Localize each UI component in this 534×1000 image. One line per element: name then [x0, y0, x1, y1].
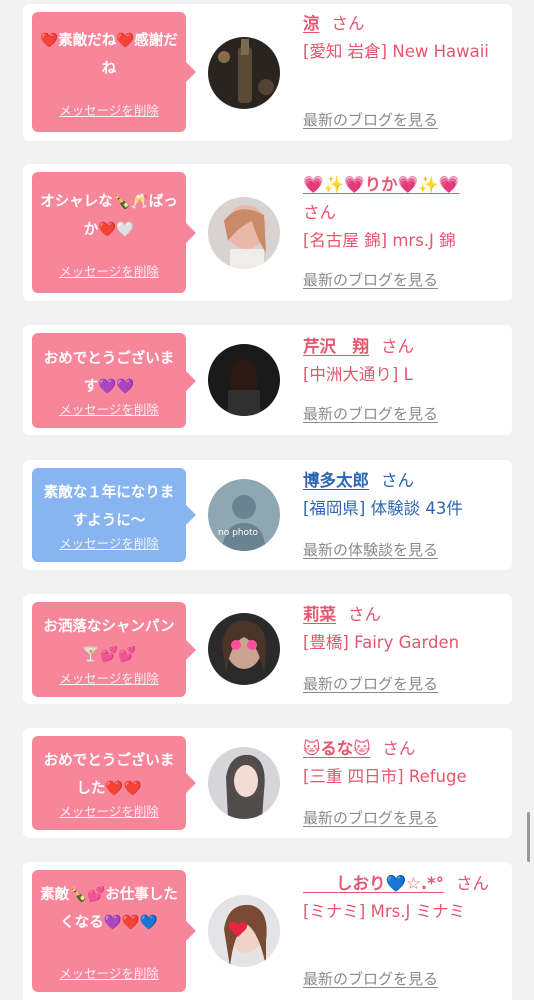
honorific: さん	[455, 874, 489, 893]
latest-blog-link[interactable]: 最新のブログを見る	[303, 403, 438, 424]
honorific: さん	[331, 14, 365, 33]
latest-blog-link[interactable]: 最新のブログを見る	[303, 673, 438, 694]
delete-message-link[interactable]: メッセージを削除	[32, 668, 186, 687]
message-card: お洒落なシャンパン🍸💕💕 メッセージを削除 莉菜 さん [豊橋] Fairy Ga…	[23, 594, 512, 704]
profile-name[interactable]: 🐱るな🐱	[303, 739, 370, 758]
avatar[interactable]	[208, 613, 280, 685]
profile-info: 💗✨💗りか💗✨💗 さん [名古屋 錦] mrs.J 錦	[303, 171, 508, 255]
profile-name[interactable]: しおり💙☆.*°	[303, 874, 444, 893]
profile-info: 🐱るな🐱 さん [三重 四日市] Refuge	[303, 735, 508, 791]
message-bubble: 素敵🍾💕お仕事したくなる💜❤️💙 メッセージを削除	[32, 870, 196, 992]
delete-message-link[interactable]: メッセージを削除	[32, 100, 186, 119]
message-card: 素敵な１年になりますように〜 メッセージを削除 no photo 博多太郎 さん …	[23, 460, 512, 570]
honorific: さん	[381, 471, 414, 490]
message-bubble: ❤️素敵だね❤️感謝だね メッセージを削除	[32, 12, 196, 132]
no-photo-label: no photo	[218, 528, 259, 538]
shop-label: [ミナミ] Mrs.J ミナミ	[303, 902, 466, 921]
message-card: 素敵🍾💕お仕事したくなる💜❤️💙 メッセージを削除 しおり💙☆.*° さん [ミナ…	[23, 862, 512, 1000]
delete-message-link[interactable]: メッセージを削除	[32, 399, 186, 418]
message-bubble: オシャレな🍾🥂ばっか❤️🤍 メッセージを削除	[32, 172, 196, 293]
message-card: おめでとうございました❤️❤️ メッセージを削除 🐱るな🐱 さん [三重 四日市]…	[23, 728, 512, 838]
honorific: さん	[303, 203, 336, 222]
profile-name[interactable]: 莉菜	[303, 605, 336, 624]
profile-info: 博多太郎 さん [福岡県] 体験談 43件	[303, 467, 508, 523]
message-text: おめでとうございました❤️❤️	[43, 753, 175, 797]
message-text: お洒落なシャンパン🍸💕💕	[43, 619, 175, 663]
profile-info: しおり💙☆.*° さん [ミナミ] Mrs.J ミナミ	[303, 870, 508, 926]
honorific: さん	[382, 739, 416, 758]
delete-message-link[interactable]: メッセージを削除	[32, 533, 186, 552]
latest-blog-link[interactable]: 最新のブログを見る	[303, 109, 438, 130]
honorific: さん	[381, 337, 414, 356]
delete-message-link[interactable]: メッセージを削除	[32, 261, 186, 280]
profile-name[interactable]: 涼	[303, 14, 320, 33]
latest-blog-link[interactable]: 最新のブログを見る	[303, 269, 438, 290]
avatar[interactable]: no photo	[208, 479, 280, 551]
message-bubble: 素敵な１年になりますように〜 メッセージを削除	[32, 468, 196, 562]
message-card: ❤️素敵だね❤️感謝だね メッセージを削除 涼さん [愛知 岩倉] New Ha…	[23, 4, 512, 141]
delete-message-link[interactable]: メッセージを削除	[32, 801, 186, 820]
shop-label: [名古屋 錦] mrs.J 錦	[303, 231, 456, 250]
shop-label: [福岡県] 体験談 43件	[303, 499, 463, 518]
shop-label: [愛知 岩倉] New Hawaii	[303, 42, 489, 61]
shop-label: [豊橋] Fairy Garden	[303, 633, 460, 652]
latest-blog-link[interactable]: 最新のブログを見る	[303, 807, 438, 828]
profile-info: 莉菜 さん [豊橋] Fairy Garden	[303, 601, 508, 657]
avatar[interactable]	[208, 37, 280, 109]
scrollbar[interactable]	[527, 812, 530, 862]
avatar[interactable]	[208, 344, 280, 416]
profile-info: 芹沢 翔さん [中洲大通り] L	[303, 333, 508, 389]
profile-info: 涼さん [愛知 岩倉] New Hawaii	[303, 10, 508, 66]
message-text: ❤️素敵だね❤️感謝だね	[40, 33, 178, 77]
honorific: さん	[348, 605, 381, 624]
avatar[interactable]	[208, 747, 280, 819]
profile-name[interactable]: 💗✨💗りか💗✨💗	[303, 175, 459, 194]
message-card: おめでとうございます💜💜 メッセージを削除 芹沢 翔さん [中洲大通り] L 最…	[23, 325, 512, 435]
message-bubble: お洒落なシャンパン🍸💕💕 メッセージを削除	[32, 602, 196, 697]
avatar[interactable]	[208, 895, 280, 967]
message-card: オシャレな🍾🥂ばっか❤️🤍 メッセージを削除 💗✨💗りか💗✨💗 さん [名古屋 …	[23, 164, 512, 301]
message-bubble: おめでとうございました❤️❤️ メッセージを削除	[32, 736, 196, 830]
latest-review-link[interactable]: 最新の体験談を見る	[303, 539, 438, 560]
avatar[interactable]	[208, 197, 280, 269]
message-bubble: おめでとうございます💜💜 メッセージを削除	[32, 333, 196, 428]
latest-blog-link[interactable]: 最新のブログを見る	[303, 968, 438, 989]
profile-name[interactable]: 芹沢 翔	[303, 337, 369, 356]
shop-label: [中洲大通り] L	[303, 365, 413, 384]
shop-label: [三重 四日市] Refuge	[303, 767, 467, 786]
profile-name[interactable]: 博多太郎	[303, 471, 369, 490]
message-text: おめでとうございます💜💜	[43, 351, 175, 395]
message-text: 素敵な１年になりますように〜	[43, 485, 175, 529]
message-text: オシャレな🍾🥂ばっか❤️🤍	[40, 194, 178, 238]
message-text: 素敵🍾💕お仕事したくなる💜❤️💙	[40, 887, 178, 931]
delete-message-link[interactable]: メッセージを削除	[32, 963, 186, 982]
